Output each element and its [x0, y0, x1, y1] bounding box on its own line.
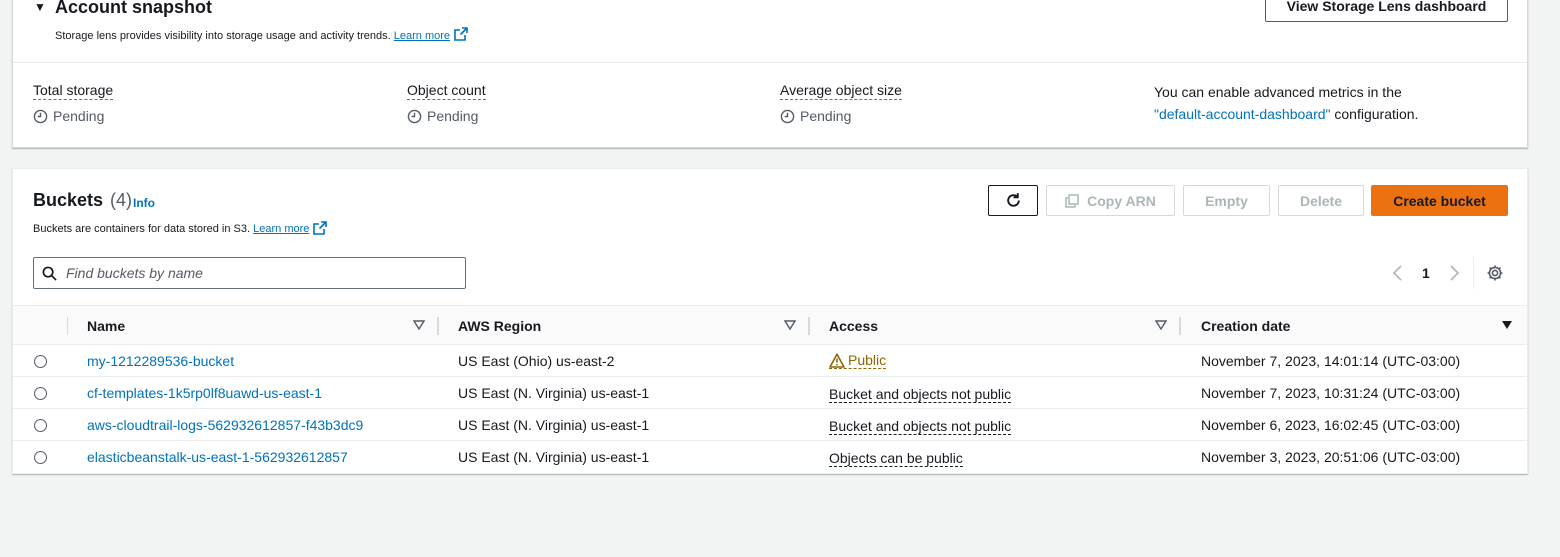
- column-header-name[interactable]: Name: [87, 318, 125, 334]
- bucket-region: US East (N. Virginia) us-east-1: [458, 417, 650, 433]
- chevron-right-icon[interactable]: [1447, 264, 1461, 282]
- clock-icon: [33, 109, 48, 123]
- default-account-dashboard-link[interactable]: "default-account-dashboard": [1154, 106, 1331, 122]
- metric-value-text: Pending: [800, 108, 852, 124]
- sort-desc-icon[interactable]: [1501, 320, 1513, 330]
- bucket-name-link[interactable]: elasticbeanstalk-us-east-1-562932612857: [87, 449, 348, 465]
- metric-average-object-size: Average object size Pending: [780, 82, 902, 124]
- advanced-note-suffix: configuration.: [1334, 106, 1419, 122]
- table-row[interactable]: my-1212289536-bucket US East (Ohio) us-e…: [13, 345, 1527, 377]
- column-header-region[interactable]: AWS Region: [458, 318, 541, 334]
- find-buckets-search[interactable]: [33, 257, 466, 289]
- refresh-button[interactable]: [988, 185, 1038, 216]
- bucket-name-link[interactable]: aws-cloudtrail-logs-562932612857-f43b3dc…: [87, 417, 363, 433]
- row-select-radio[interactable]: [34, 355, 47, 368]
- account-snapshot-header: ▼ Account snapshot Storage lens provides…: [13, 0, 1527, 63]
- clock-icon: [407, 109, 422, 123]
- metric-total-storage: Total storage Pending: [33, 82, 114, 124]
- table-row[interactable]: elasticbeanstalk-us-east-1-562932612857 …: [13, 441, 1527, 473]
- refresh-icon: [1006, 193, 1020, 207]
- bucket-name-link[interactable]: my-1212289536-bucket: [87, 353, 234, 369]
- bucket-creation-date: November 3, 2023, 20:51:06 (UTC-03:00): [1201, 449, 1461, 465]
- metric-label[interactable]: Total storage: [33, 82, 114, 100]
- column-header-creation-date[interactable]: Creation date: [1201, 318, 1290, 334]
- chevron-left-icon[interactable]: [1391, 264, 1405, 282]
- copy-icon: [1065, 193, 1079, 208]
- external-link-icon: [454, 27, 468, 44]
- sort-icon[interactable]: [1155, 320, 1167, 330]
- column-divider: [67, 317, 68, 335]
- buckets-panel: Buckets (4) Info Buckets are containers …: [12, 168, 1528, 474]
- search-input[interactable]: [66, 262, 456, 284]
- metric-value-text: Pending: [427, 108, 479, 124]
- buckets-description-text: Buckets are containers for data stored i…: [33, 223, 251, 235]
- caret-down-icon[interactable]: ▼: [34, 0, 46, 14]
- table-row[interactable]: cf-templates-1k5rp0lf8uawd-us-east-1 US …: [13, 377, 1527, 409]
- pager-divider: [1473, 257, 1474, 289]
- copy-arn-label: Copy ARN: [1087, 192, 1156, 209]
- copy-arn-button[interactable]: Copy ARN: [1046, 185, 1175, 216]
- account-snapshot-description: Storage lens provides visibility into st…: [55, 27, 468, 44]
- search-icon: [42, 266, 57, 281]
- warning-icon: [829, 352, 845, 368]
- bucket-creation-date: November 7, 2023, 14:01:14 (UTC-03:00): [1201, 353, 1461, 369]
- sort-icon[interactable]: [784, 320, 796, 330]
- row-select-radio[interactable]: [34, 451, 47, 464]
- clock-icon: [780, 109, 795, 123]
- metric-value: Pending: [33, 108, 113, 124]
- advanced-note-prefix: You can enable advanced metrics in the: [1154, 84, 1402, 100]
- metric-object-count: Object count Pending: [407, 82, 486, 124]
- account-snapshot-title: Account snapshot: [55, 0, 213, 17]
- buckets-count: (4): [110, 190, 133, 210]
- delete-button[interactable]: Delete: [1278, 185, 1364, 216]
- view-storage-lens-dashboard-button[interactable]: View Storage Lens dashboard: [1265, 0, 1508, 22]
- page-number[interactable]: 1: [1422, 265, 1430, 281]
- bucket-access-text: Public: [848, 352, 887, 368]
- column-divider[interactable]: [437, 317, 439, 335]
- column-header-access[interactable]: Access: [829, 318, 878, 334]
- metric-value-text: Pending: [53, 108, 105, 124]
- bucket-name-link[interactable]: cf-templates-1k5rp0lf8uawd-us-east-1: [87, 385, 322, 401]
- external-link-icon: [313, 221, 328, 238]
- metric-value: Pending: [780, 108, 902, 124]
- bucket-region: US East (Ohio) us-east-2: [458, 353, 615, 369]
- bucket-creation-date: November 7, 2023, 10:31:24 (UTC-03:00): [1201, 385, 1461, 401]
- bucket-access[interactable]: Bucket and objects not public: [829, 386, 1012, 403]
- buckets-description: Buckets are containers for data stored i…: [33, 221, 328, 238]
- row-select-radio[interactable]: [34, 387, 47, 400]
- bucket-region: US East (N. Virginia) us-east-1: [458, 385, 650, 401]
- buckets-title-text: Buckets: [33, 190, 104, 210]
- buckets-title: Buckets (4): [33, 190, 132, 211]
- empty-button[interactable]: Empty: [1183, 185, 1270, 216]
- bucket-access[interactable]: Bucket and objects not public: [829, 418, 1012, 435]
- metric-label[interactable]: Object count: [407, 82, 486, 100]
- buckets-learn-more-link[interactable]: Learn more: [253, 223, 309, 235]
- bucket-access[interactable]: Objects can be public: [829, 450, 963, 467]
- buckets-table-header: Name AWS Region Access Creation date: [13, 305, 1527, 345]
- bucket-access[interactable]: Public: [829, 352, 887, 369]
- sort-icon[interactable]: [413, 320, 425, 330]
- table-row[interactable]: aws-cloudtrail-logs-562932612857-f43b3dc…: [13, 409, 1527, 441]
- advanced-metrics-note: You can enable advanced metrics in the "…: [1154, 81, 1418, 125]
- row-select-radio[interactable]: [34, 419, 47, 432]
- gear-icon[interactable]: [1486, 264, 1504, 282]
- metric-value: Pending: [407, 108, 486, 124]
- snapshot-description-text: Storage lens provides visibility into st…: [55, 30, 391, 42]
- bucket-creation-date: November 6, 2023, 16:02:45 (UTC-03:00): [1201, 417, 1461, 433]
- account-snapshot-panel: ▼ Account snapshot Storage lens provides…: [12, 0, 1528, 148]
- bucket-region: US East (N. Virginia) us-east-1: [458, 449, 650, 465]
- column-divider[interactable]: [808, 317, 810, 335]
- column-divider[interactable]: [1179, 317, 1181, 335]
- buckets-info-link[interactable]: Info: [133, 196, 155, 210]
- create-bucket-button[interactable]: Create bucket: [1371, 185, 1508, 216]
- snapshot-learn-more-link[interactable]: Learn more: [394, 30, 450, 42]
- metric-label[interactable]: Average object size: [780, 82, 902, 100]
